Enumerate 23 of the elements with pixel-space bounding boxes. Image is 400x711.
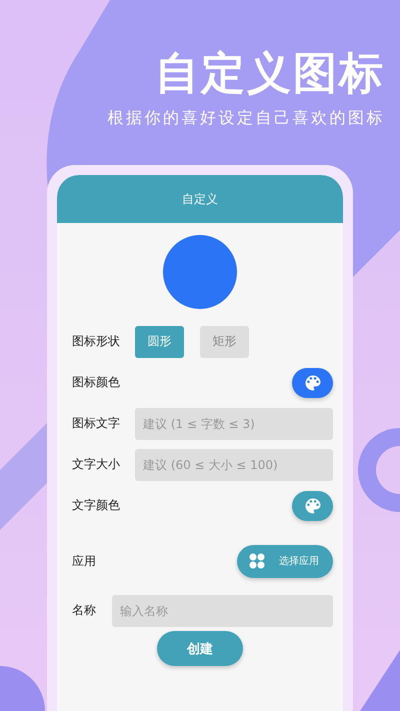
decorative-triangle [360,650,400,711]
header-title: 自定义 [182,190,218,208]
banner-title: 自定义图标 [155,47,385,101]
color-picker-button[interactable] [292,368,333,398]
four-dots-icon [249,553,265,569]
shape-option[interactable]: 矩形 [200,326,249,358]
text-input[interactable]: 建议 (1 ≤ 字数 ≤ 3) [135,408,333,440]
field-label: 名称 [72,602,97,619]
palette-icon [302,496,322,516]
shape-option[interactable]: 圆形 [135,326,184,358]
create-button[interactable]: 创建 [157,631,243,666]
color-picker-button[interactable] [292,490,333,520]
text-input[interactable]: 建议 (60 ≤ 大小 ≤ 100) [135,448,333,480]
text-input[interactable]: 输入名称 [112,594,333,626]
select-app-button[interactable]: 选择应用 [237,544,333,578]
field-label: 图标文字 [72,415,121,432]
field-label: 图标形状 [72,333,121,350]
field-label: 应用 [72,552,97,570]
banner-subtitle: 根据你的喜好设定自己喜欢的图标 [108,108,385,129]
field-label: 文字大小 [72,456,121,473]
field-label: 图标颜色 [72,374,121,391]
palette-icon [302,372,322,392]
field-label: 文字颜色 [72,497,121,514]
